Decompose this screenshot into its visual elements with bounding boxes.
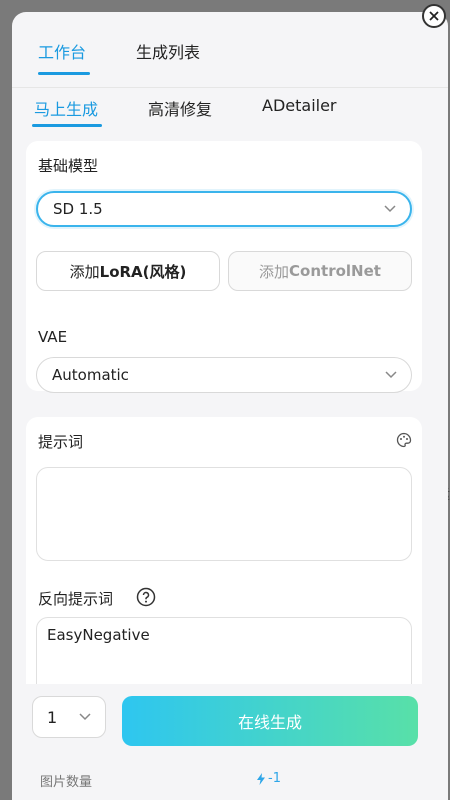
close-button[interactable] [422,4,446,28]
prompt-label: 提示词 [38,433,84,451]
tab-generate-now[interactable]: 马上生成 [34,96,98,120]
chevron-down-icon [385,371,397,379]
generation-cost: -1 [256,771,281,786]
generation-cost-value: -1 [268,771,281,786]
chevron-down-icon [79,713,91,721]
tab-hires-fix[interactable]: 高清修复 [148,96,212,120]
help-icon[interactable] [136,587,156,607]
tab-generation-list[interactable]: 生成列表 [136,39,200,63]
base-model-select[interactable]: SD 1.5 [36,191,412,227]
negative-prompt-label: 反向提示词 [38,590,114,608]
vae-label: VAE [38,328,68,346]
base-model-value: SD 1.5 [53,200,103,218]
chevron-down-icon [384,205,396,213]
add-lora-label: LoRA(风格) [99,262,187,281]
add-controlnet-prefix: 添加 [259,262,290,281]
sub-tab-indicator [32,124,102,127]
add-lora-button[interactable]: 添加 LoRA(风格) [36,251,220,291]
image-count-label: 图片数量 [40,775,93,790]
workbench-panel: 工作台 生成列表 马上生成 高清修复 ADetailer 基础模型 SD 1.5… [12,12,448,800]
add-controlnet-button[interactable]: 添加 ControlNet [228,251,412,291]
vae-select[interactable]: Automatic [36,357,412,393]
prompt-card: 提示词 反向提示词 EasyNegative [26,417,422,727]
tab-workbench[interactable]: 工作台 [38,39,86,63]
top-tabs: 工作台 生成列表 [12,12,448,88]
vae-value: Automatic [52,366,129,384]
prompt-textarea[interactable] [36,467,412,561]
generate-online-button[interactable]: 在线生成 [122,696,418,746]
model-settings-card: 基础模型 SD 1.5 添加 LoRA(风格) 添加 ControlNet VA… [26,141,422,393]
top-tab-indicator [38,72,90,75]
lightning-icon [257,772,265,785]
top-tabs-divider [12,87,448,88]
add-lora-prefix: 添加 [69,262,100,281]
add-controlnet-label: ControlNet [289,262,381,280]
close-icon [429,11,439,21]
base-model-label: 基础模型 [38,157,99,175]
tab-adetailer[interactable]: ADetailer [262,96,337,115]
image-count-select[interactable]: 1 [32,696,106,738]
image-count-value: 1 [47,707,58,727]
bottom-bar: 1 在线生成 图片数量 -1 [12,684,448,800]
palette-icon[interactable] [396,432,412,448]
